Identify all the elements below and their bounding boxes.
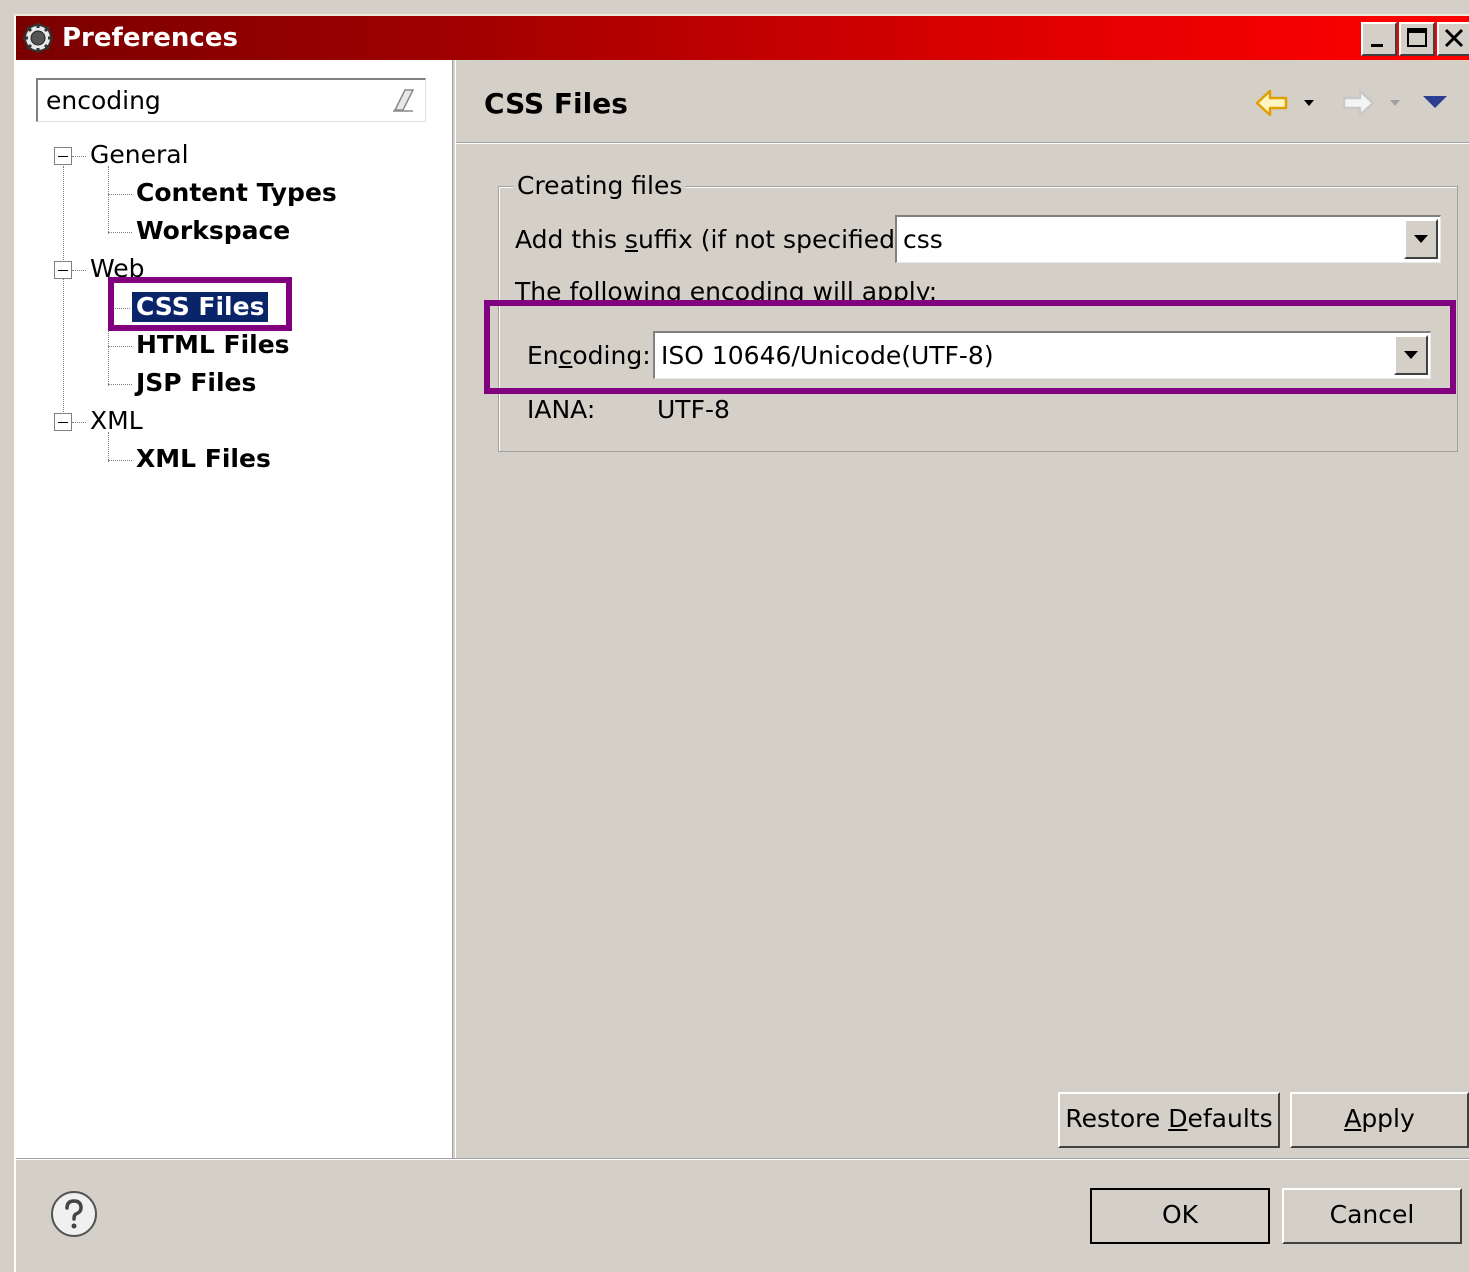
help-icon[interactable]: [48, 1188, 100, 1240]
tree-item-xml-files[interactable]: XML Files: [136, 444, 271, 474]
tree-connector: [72, 270, 86, 271]
maximize-icon: [1407, 28, 1427, 47]
forward-arrow-icon[interactable]: [1340, 88, 1376, 118]
ok-button[interactable]: OK: [1090, 1188, 1270, 1244]
back-arrow-icon[interactable]: [1254, 88, 1290, 118]
minimize-icon: [1371, 44, 1383, 47]
view-menu-icon[interactable]: [1422, 94, 1448, 110]
collapse-xml-icon[interactable]: [54, 413, 72, 431]
tree-item-html-files[interactable]: HTML Files: [136, 330, 290, 360]
preferences-tree-pane: encoding General Content Types Workspace…: [16, 60, 452, 1158]
iana-value: UTF-8: [657, 395, 730, 424]
cancel-button[interactable]: Cancel: [1282, 1188, 1462, 1244]
restore-defaults-button[interactable]: Restore Defaults: [1058, 1092, 1280, 1148]
minimize-button[interactable]: [1361, 22, 1397, 56]
restore-defaults-mnemonic: D: [1168, 1104, 1188, 1133]
iana-label: IANA:: [527, 395, 596, 424]
footer-separator: [16, 1158, 1469, 1160]
tree-connector: [108, 346, 132, 347]
restore-defaults-text: efaults: [1187, 1104, 1273, 1133]
collapse-web-icon[interactable]: [54, 261, 72, 279]
suffix-label-text: Add this: [515, 225, 625, 254]
group-legend: Creating files: [513, 171, 687, 201]
tree-connector: [72, 156, 86, 157]
suffix-label-text: uffix (if not specified):: [637, 225, 914, 254]
tree-item-jsp-files[interactable]: JSP Files: [136, 368, 256, 398]
apply-button[interactable]: Apply: [1290, 1092, 1469, 1148]
tree-item-content-types[interactable]: Content Types: [136, 178, 337, 208]
chevron-down-icon[interactable]: [1404, 219, 1438, 259]
preference-page: CSS Files Creating files Add this suffix…: [456, 60, 1469, 1158]
eclipse-gear-icon: [23, 23, 53, 53]
close-icon: [1444, 28, 1464, 48]
tree-connector: [72, 422, 86, 423]
preferences-dialog: Preferences encoding General Content Typ…: [0, 0, 1469, 1272]
apply-mnemonic: A: [1344, 1104, 1362, 1133]
maximize-button[interactable]: [1399, 22, 1435, 56]
tree-connector: [108, 384, 132, 385]
window-title: Preferences: [62, 23, 238, 53]
preferences-tree: General Content Types Workspace Web CSS …: [16, 60, 452, 660]
suffix-combo[interactable]: css: [895, 215, 1441, 263]
suffix-label-mnemonic: s: [624, 225, 638, 254]
tree-connector: [108, 232, 132, 233]
restore-defaults-text: Restore: [1065, 1104, 1169, 1133]
tree-item-workspace[interactable]: Workspace: [136, 216, 290, 246]
back-history-dropdown-icon[interactable]: [1302, 96, 1316, 110]
header-separator: [456, 142, 1469, 144]
close-button[interactable]: [1437, 22, 1469, 56]
forward-history-dropdown-icon[interactable]: [1388, 96, 1402, 110]
tree-item-general[interactable]: General: [90, 140, 189, 170]
annotation-highlight-box: [108, 277, 292, 331]
tree-item-xml[interactable]: XML: [90, 406, 143, 436]
tree-connector: [63, 166, 64, 422]
suffix-value: css: [903, 225, 943, 254]
tree-connector: [108, 460, 132, 461]
annotation-highlight-box: [484, 300, 1456, 394]
suffix-label: Add this suffix (if not specified):: [515, 225, 913, 255]
tree-connector: [108, 432, 109, 462]
title-bar[interactable]: Preferences: [16, 16, 1469, 60]
tree-connector: [108, 194, 132, 195]
page-title: CSS Files: [484, 87, 628, 120]
collapse-general-icon[interactable]: [54, 147, 72, 165]
tree-connector: [108, 166, 109, 234]
apply-text: pply: [1361, 1104, 1415, 1133]
